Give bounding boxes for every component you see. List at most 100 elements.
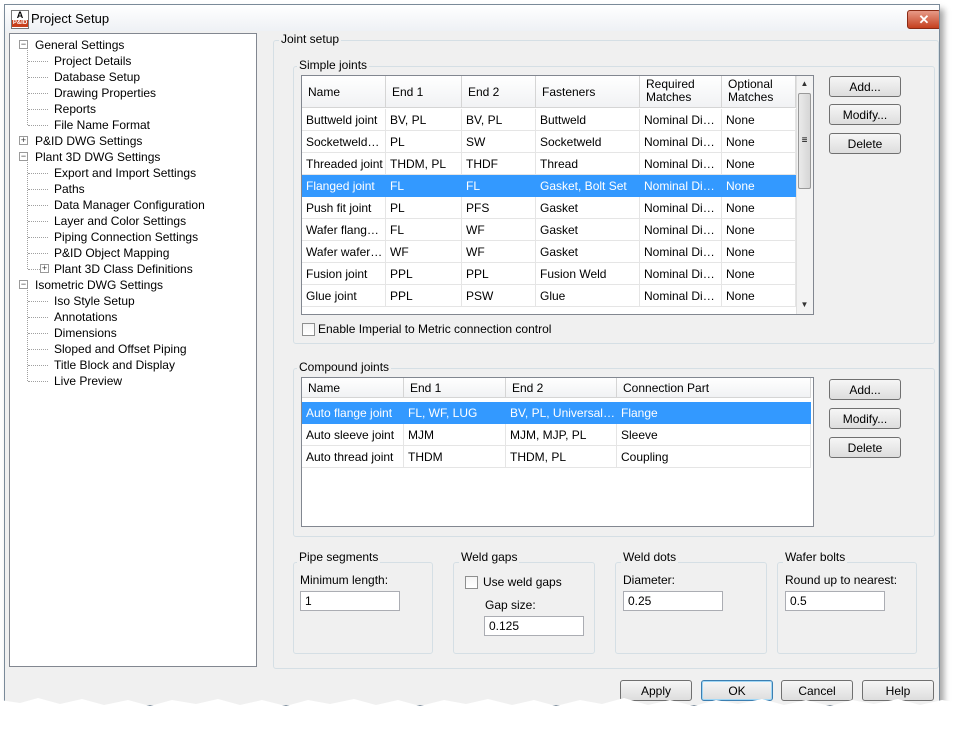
vertical-scrollbar[interactable]: ▲ ≡ ▼ xyxy=(796,76,813,314)
tree-item[interactable]: Export and Import Settings xyxy=(54,165,196,181)
imperial-metric-checkbox[interactable] xyxy=(302,323,315,336)
table-cell[interactable]: BV, PL xyxy=(386,109,462,131)
scroll-up-icon[interactable]: ▲ xyxy=(797,77,812,91)
table-cell[interactable]: PL xyxy=(386,131,462,153)
table-cell[interactable]: Nominal Diam... xyxy=(640,197,722,219)
tree-item[interactable]: Title Block and Display xyxy=(54,357,175,373)
table-cell[interactable]: Threaded joint xyxy=(302,153,386,175)
column-header[interactable]: End 1 xyxy=(386,76,462,108)
column-header[interactable]: Name xyxy=(302,378,404,398)
table-cell[interactable]: MJM xyxy=(404,424,506,446)
tree-item[interactable]: Data Manager Configuration xyxy=(54,197,205,213)
tree-item[interactable]: P&ID DWG Settings xyxy=(35,133,142,149)
table-cell[interactable]: Nominal Diam... xyxy=(640,153,722,175)
table-cell[interactable]: Flanged joint xyxy=(302,175,386,197)
scroll-thumb[interactable]: ≡ xyxy=(798,93,811,189)
tree-item[interactable]: Plant 3D DWG Settings xyxy=(35,149,160,165)
compound-delete-button[interactable]: Delete xyxy=(829,437,901,458)
table-cell[interactable]: FL xyxy=(386,219,462,241)
scroll-down-icon[interactable]: ▼ xyxy=(797,298,812,312)
table-cell[interactable]: None xyxy=(722,153,796,175)
table-cell[interactable]: PL xyxy=(386,197,462,219)
simple-modify-button[interactable]: Modify... xyxy=(829,104,901,125)
table-cell[interactable]: Wafer flanged... xyxy=(302,219,386,241)
tree-item[interactable]: Annotations xyxy=(54,309,117,325)
table-cell[interactable]: THDM, PL xyxy=(386,153,462,175)
column-header[interactable]: End 2 xyxy=(462,76,536,108)
compound-add-button[interactable]: Add... xyxy=(829,379,901,400)
table-cell[interactable]: None xyxy=(722,285,796,307)
table-cell[interactable]: Auto thread joint xyxy=(302,446,404,468)
table-cell[interactable]: Socketweld xyxy=(536,131,640,153)
tree-item[interactable]: Live Preview xyxy=(54,373,122,389)
tree-item[interactable]: Piping Connection Settings xyxy=(54,229,198,245)
table-cell[interactable]: PPL xyxy=(462,263,536,285)
column-header[interactable]: Required Matches xyxy=(640,76,722,108)
diameter-input[interactable]: 0.25 xyxy=(623,591,723,611)
column-header[interactable]: End 1 xyxy=(404,378,506,398)
table-cell[interactable]: Nominal Diam... xyxy=(640,241,722,263)
table-cell[interactable]: PPL xyxy=(386,285,462,307)
simple-delete-button[interactable]: Delete xyxy=(829,133,901,154)
table-cell[interactable]: MJM, MJP, PL xyxy=(506,424,617,446)
table-cell[interactable]: Glue joint xyxy=(302,285,386,307)
column-header[interactable]: Fasteners xyxy=(536,76,640,108)
tree-item[interactable]: Paths xyxy=(54,181,85,197)
tree-item[interactable]: Dimensions xyxy=(54,325,117,341)
tree-item[interactable]: Sloped and Offset Piping xyxy=(54,341,187,357)
tree-item[interactable]: Project Details xyxy=(54,53,131,69)
table-cell[interactable]: Nominal Diam... xyxy=(640,219,722,241)
table-cell[interactable]: THDM xyxy=(404,446,506,468)
table-cell[interactable]: WF xyxy=(462,219,536,241)
table-cell[interactable]: SW xyxy=(462,131,536,153)
table-cell[interactable]: WF xyxy=(386,241,462,263)
table-cell[interactable]: PFS xyxy=(462,197,536,219)
collapse-icon[interactable]: − xyxy=(19,280,28,289)
expand-icon[interactable]: + xyxy=(40,264,49,273)
tree-item[interactable]: Layer and Color Settings xyxy=(54,213,186,229)
table-cell[interactable]: Socketwelded... xyxy=(302,131,386,153)
table-cell[interactable]: Buttweld xyxy=(536,109,640,131)
table-cell[interactable]: Thread xyxy=(536,153,640,175)
table-cell[interactable]: Gasket, Bolt Set xyxy=(536,175,640,197)
table-cell[interactable]: None xyxy=(722,241,796,263)
table-cell[interactable]: THDF xyxy=(462,153,536,175)
table-cell[interactable]: Nominal Diam... xyxy=(640,285,722,307)
table-cell[interactable]: None xyxy=(722,219,796,241)
compound-joints-table[interactable]: Name End 1 End 2 Connection Part Auto flange… xyxy=(301,377,814,527)
tree-item[interactable]: Plant 3D Class Definitions xyxy=(54,261,193,277)
compound-modify-button[interactable]: Modify... xyxy=(829,408,901,429)
table-cell[interactable]: None xyxy=(722,131,796,153)
table-cell[interactable]: Coupling xyxy=(617,446,811,468)
table-cell[interactable]: Nominal Diam... xyxy=(640,175,722,197)
tree-item[interactable]: File Name Format xyxy=(54,117,150,133)
gap-size-input[interactable]: 0.125 xyxy=(484,616,584,636)
table-cell[interactable]: Buttweld joint xyxy=(302,109,386,131)
minimum-length-input[interactable]: 1 xyxy=(300,591,400,611)
table-cell[interactable]: Nominal Diam... xyxy=(640,263,722,285)
table-cell[interactable]: BV, PL, Universal_ET xyxy=(506,402,617,424)
table-cell[interactable]: WF xyxy=(462,241,536,263)
column-header[interactable]: End 2 xyxy=(506,378,617,398)
table-cell[interactable]: None xyxy=(722,175,796,197)
simple-add-button[interactable]: Add... xyxy=(829,76,901,97)
table-cell[interactable]: Sleeve xyxy=(617,424,811,446)
collapse-icon[interactable]: − xyxy=(19,152,28,161)
tree-item[interactable]: General Settings xyxy=(35,37,124,53)
tree-item[interactable]: Isometric DWG Settings xyxy=(35,277,163,293)
table-cell[interactable]: Auto flange joint xyxy=(302,402,404,424)
table-cell[interactable]: THDM, PL xyxy=(506,446,617,468)
use-weld-gaps-checkbox[interactable] xyxy=(465,576,478,589)
table-cell[interactable]: Push fit joint xyxy=(302,197,386,219)
round-up-input[interactable]: 0.5 xyxy=(785,591,885,611)
table-cell[interactable]: Wafer wafer j... xyxy=(302,241,386,263)
expand-icon[interactable]: + xyxy=(19,136,28,145)
table-cell[interactable]: None xyxy=(722,109,796,131)
table-cell[interactable]: PSW xyxy=(462,285,536,307)
table-cell[interactable]: Fusion Weld xyxy=(536,263,640,285)
table-cell[interactable]: Glue xyxy=(536,285,640,307)
table-cell[interactable]: FL, WF, LUG xyxy=(404,402,506,424)
column-header[interactable]: Name xyxy=(302,76,386,108)
table-cell[interactable]: Gasket xyxy=(536,241,640,263)
column-header[interactable]: Optional Matches xyxy=(722,76,796,108)
